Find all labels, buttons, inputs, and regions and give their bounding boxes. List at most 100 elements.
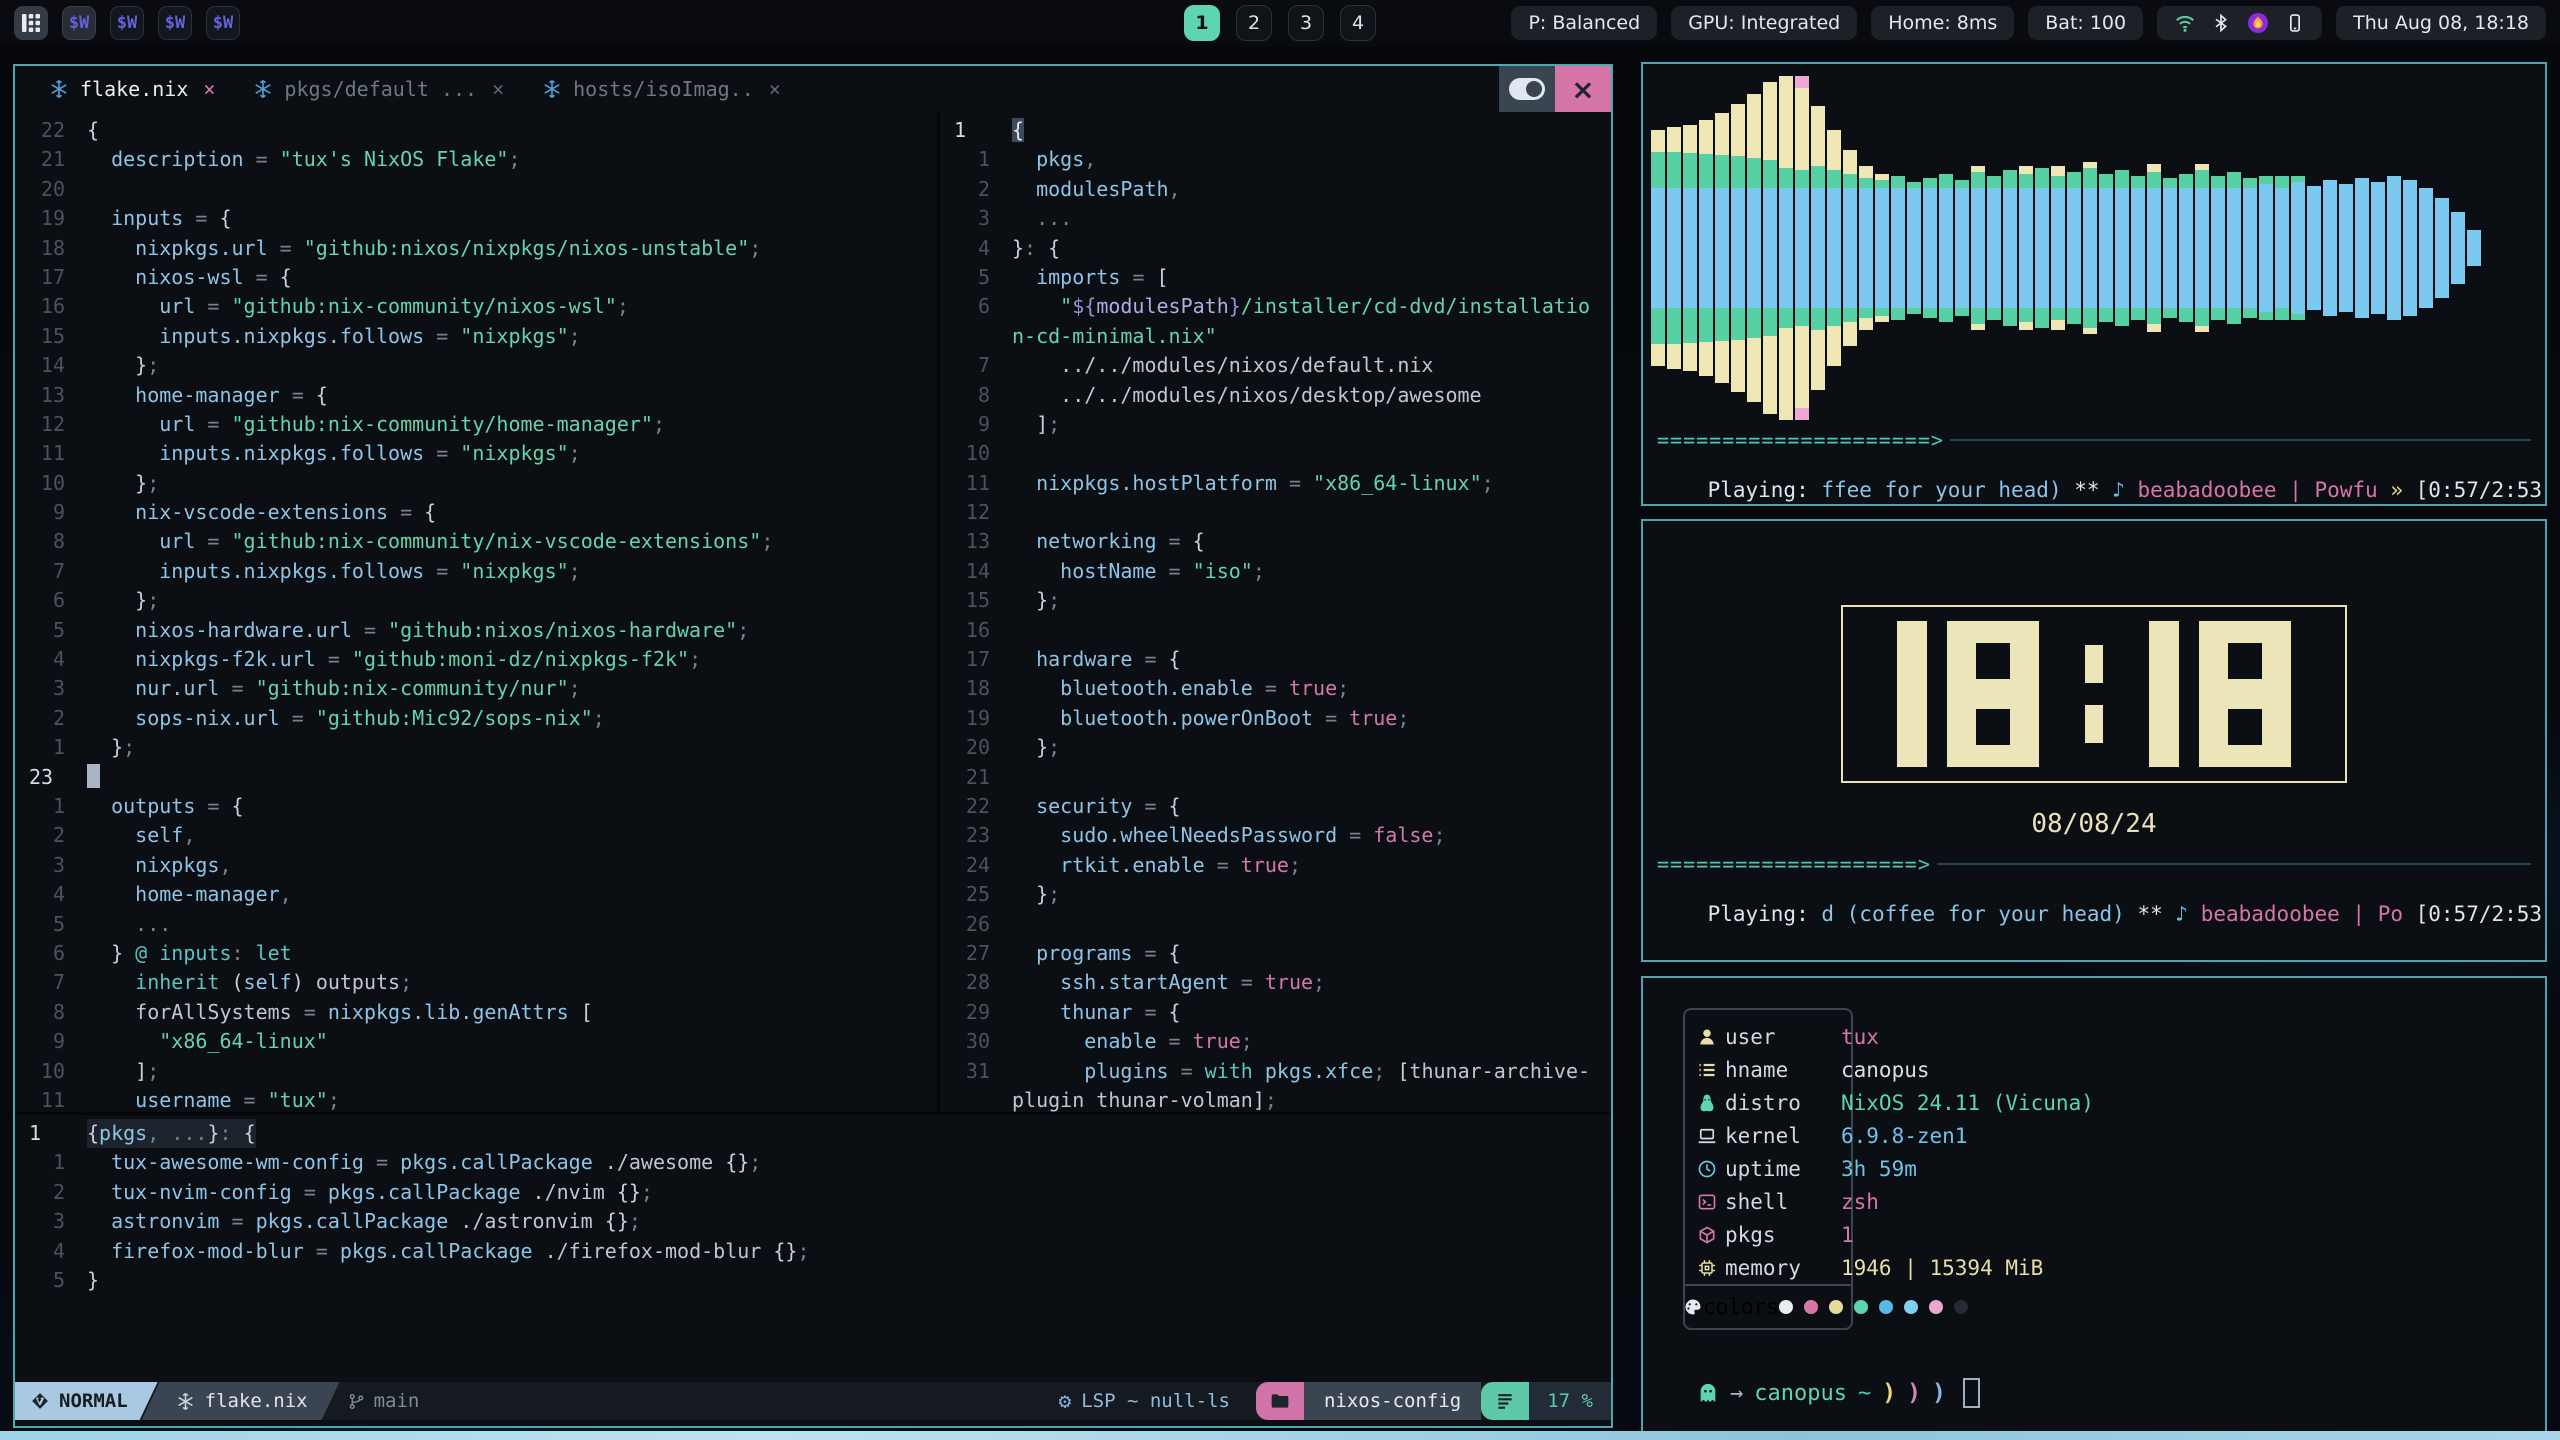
wave-column xyxy=(2467,230,2481,266)
wave-column xyxy=(1971,166,1985,330)
tab-hosts-isoImag-[interactable]: hosts/isoImag..× xyxy=(542,77,781,101)
code-line: 10 }; xyxy=(15,469,937,498)
branch-label: main xyxy=(374,1390,420,1412)
fetch-label: shell xyxy=(1717,1190,1841,1214)
line-number: 25 xyxy=(940,880,1012,909)
line-number: 30 xyxy=(940,1027,1012,1056)
workspace-button-2[interactable]: $W xyxy=(110,6,144,40)
line-number: 5 xyxy=(940,263,1012,292)
tab-pkgs-default-[interactable]: pkgs/default ...× xyxy=(253,77,504,101)
code-text: n-cd-minimal.nix" xyxy=(1012,322,1217,351)
statusline: NORMAL flake.nix main ⚙ LSP ~ null-ls xyxy=(15,1382,1611,1420)
code-text: ]; xyxy=(87,1057,159,1086)
network-icon[interactable] xyxy=(2174,12,2196,34)
code-line: 19 inputs = { xyxy=(15,204,937,233)
line-number: 18 xyxy=(15,234,87,263)
tag-4[interactable]: 4 xyxy=(1340,5,1376,41)
file-label: flake.nix xyxy=(205,1390,308,1412)
vim-icon xyxy=(31,1392,49,1410)
tab-bar: flake.nix×pkgs/default ...×hosts/isoImag… xyxy=(15,66,1611,112)
workspace-button-1[interactable]: $W xyxy=(62,6,96,40)
track-title-2: d (coffee for your head) xyxy=(1821,902,2137,926)
phone-icon[interactable] xyxy=(2285,13,2305,33)
fetch-rows: usertuxhnamecanopusdistroNixOS 24.11 (Vi… xyxy=(1683,1020,2529,1284)
code-line: 17 hardware = { xyxy=(940,645,1611,674)
line-number: 18 xyxy=(940,674,1012,703)
line-number: 22 xyxy=(15,116,87,145)
tag-1[interactable]: 1 xyxy=(1184,5,1220,41)
code-text: }; xyxy=(87,586,159,615)
bluetooth-icon[interactable] xyxy=(2211,13,2231,33)
wave-column xyxy=(2387,176,2401,320)
line-number: 12 xyxy=(15,410,87,439)
window-close-button[interactable]: × xyxy=(1555,66,1611,112)
titlebar-toggle-button[interactable] xyxy=(1499,66,1555,112)
code-text: programs = { xyxy=(1012,939,1181,968)
line-number: 4 xyxy=(15,880,87,909)
nix-snowflake-icon xyxy=(253,79,273,99)
workspace-button-4[interactable]: $W xyxy=(206,6,240,40)
code-line: 3 nixpkgs, xyxy=(15,851,937,880)
code-line: 2 modulesPath, xyxy=(940,175,1611,204)
code-line: 13 networking = { xyxy=(940,527,1611,556)
tab-close-icon[interactable]: × xyxy=(492,77,504,101)
fetch-row-pkgs: pkgs1 xyxy=(1683,1218,2529,1251)
clock-digit-8 xyxy=(2199,621,2291,767)
terminal-cursor[interactable] xyxy=(1963,1378,1980,1408)
wave-column xyxy=(2339,184,2353,312)
line-number: 12 xyxy=(940,498,1012,527)
code-text: ssh.startAgent = true; xyxy=(1012,968,1325,997)
line-number: 13 xyxy=(940,527,1012,556)
pkgs-default-pane[interactable]: 1{pkgs, ...}: {1 tux-awesome-wm-config =… xyxy=(15,1115,1611,1382)
tab-close-icon[interactable]: × xyxy=(203,77,215,101)
code-line: 9 ]; xyxy=(940,410,1611,439)
code-text: self, xyxy=(87,821,195,850)
toggle-icon xyxy=(1509,78,1545,100)
code-line: 1 pkgs, xyxy=(940,145,1611,174)
code-text: ]; xyxy=(1012,410,1060,439)
clock-pill[interactable]: Thu Aug 08, 18:18 xyxy=(2336,6,2546,40)
code-line: 11 username = "tux"; xyxy=(15,1086,937,1115)
wave-column xyxy=(1699,120,1713,376)
color-dot xyxy=(1804,1300,1818,1314)
lsp-label: LSP ~ null-ls xyxy=(1081,1390,1230,1412)
code-text: plugins = with pkgs.xfce; [thunar-archiv… xyxy=(1012,1057,1590,1086)
topbar-left-group: $W $W $W $W xyxy=(14,6,240,40)
chevron-separator: » xyxy=(2378,478,2416,502)
code-text: }: { xyxy=(1012,234,1060,263)
workspace-buttons: $W $W $W $W xyxy=(62,6,240,40)
layout-grid-button[interactable] xyxy=(14,6,48,40)
tag-2[interactable]: 2 xyxy=(1236,5,1272,41)
wave-column xyxy=(1651,130,1665,366)
tab-flake-nix[interactable]: flake.nix × xyxy=(49,77,215,101)
memory-icon xyxy=(1683,1258,1717,1278)
shell-prompt[interactable]: →canopus~))) xyxy=(1697,1378,1980,1408)
code-line: 1 outputs = { xyxy=(15,792,937,821)
code-text: nixos-wsl = { xyxy=(87,263,292,292)
flame-icon[interactable] xyxy=(2246,11,2270,35)
line-number: 9 xyxy=(940,410,1012,439)
code-text: modulesPath, xyxy=(1012,175,1181,204)
color-dot xyxy=(1929,1300,1943,1314)
tab-close-icon[interactable]: × xyxy=(769,77,781,101)
flake-nix-pane[interactable]: 22{21 description = "tux's NixOS Flake";… xyxy=(15,112,937,1112)
code-line: 29 thunar = { xyxy=(940,998,1611,1027)
fetch-row-distro: distroNixOS 24.11 (Vicuna) xyxy=(1683,1086,2529,1119)
prompt-chevron: ) xyxy=(1907,1380,1921,1406)
wave-column xyxy=(2371,182,2385,314)
code-text: sops-nix.url = "github:Mic92/sops-nix"; xyxy=(87,704,605,733)
now-playing-2: Playing: d (coffee for your head) ** ♪ b… xyxy=(1643,876,2545,960)
lines-icon xyxy=(1495,1391,1515,1411)
code-text: astronvim = pkgs.callPackage ./astronvim… xyxy=(87,1207,641,1236)
prompt-path: ~ xyxy=(1858,1381,1871,1406)
fetch-value: 3h 59m xyxy=(1841,1157,1917,1181)
code-text: ... xyxy=(87,910,171,939)
tab-label: flake.nix xyxy=(80,77,188,101)
fetch-value: canopus xyxy=(1841,1058,1930,1082)
workspace-button-3[interactable]: $W xyxy=(158,6,192,40)
nix-snowflake-icon xyxy=(49,79,69,99)
iso-image-pane[interactable]: 1{1 pkgs,2 modulesPath,3 ...4}: {5 impor… xyxy=(940,112,1611,1112)
tag-3[interactable]: 3 xyxy=(1288,5,1324,41)
code-line: 6 }; xyxy=(15,586,937,615)
code-text: bluetooth.enable = true; xyxy=(1012,674,1349,703)
